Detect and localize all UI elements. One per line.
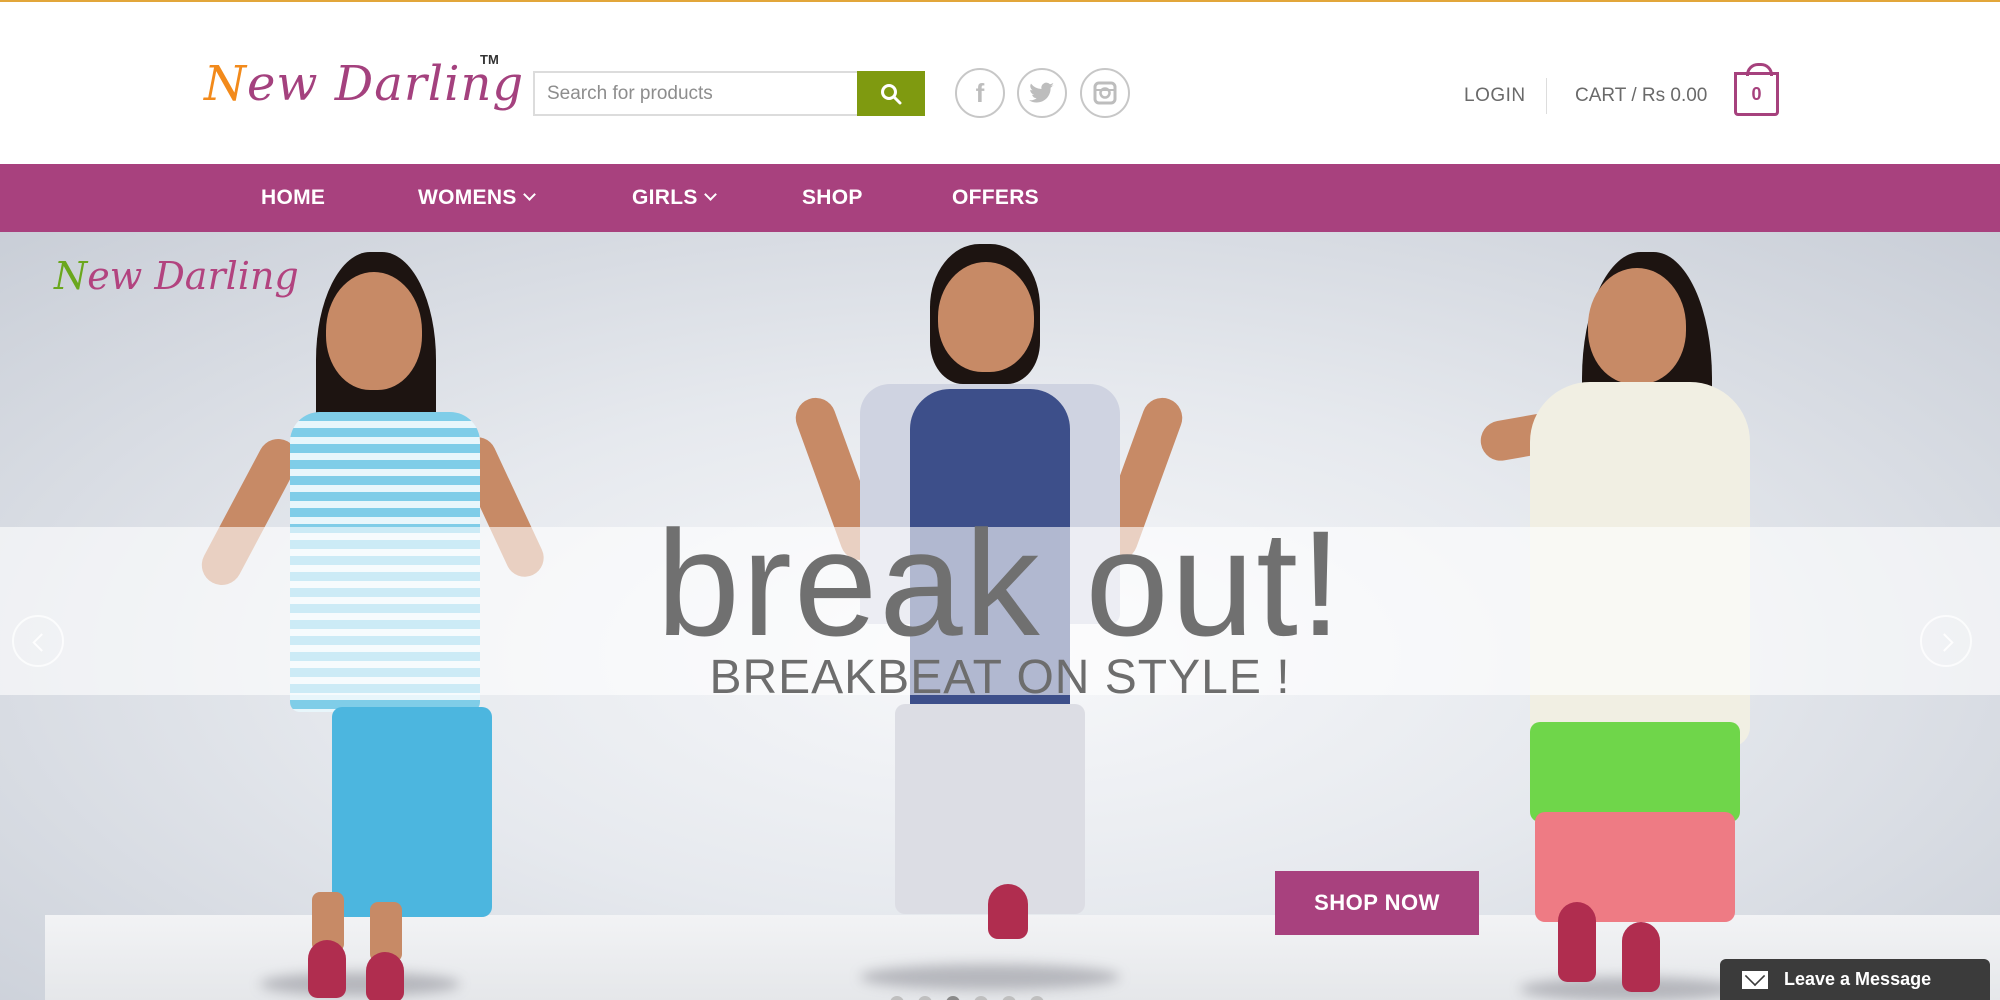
trademark-mark: TM xyxy=(480,52,499,67)
nav-womens[interactable]: WOMENS xyxy=(418,164,536,232)
facebook-link[interactable]: f xyxy=(955,68,1005,118)
slider-dot[interactable] xyxy=(974,996,988,1000)
logo-wordmark: New Darling xyxy=(204,56,525,112)
cart-link[interactable]: CART / Rs 0.00 xyxy=(1575,85,1707,107)
shop-now-button[interactable]: SHOP NOW xyxy=(1275,871,1479,935)
slider-dot[interactable] xyxy=(890,996,904,1000)
brand-logo[interactable]: New Darling TM xyxy=(204,52,523,132)
slider-dot[interactable] xyxy=(918,996,932,1000)
search-button[interactable] xyxy=(857,71,925,116)
instagram-icon xyxy=(1093,81,1117,105)
slider-prev-arrow[interactable] xyxy=(12,615,64,667)
twitter-link[interactable] xyxy=(1017,68,1067,118)
nav-offers[interactable]: OFFERS xyxy=(952,164,1039,232)
site-header: New Darling TM f LOGIN CART / Rs 0.00 0 xyxy=(0,2,2000,164)
search-input[interactable] xyxy=(533,71,857,116)
leave-message-label: Leave a Message xyxy=(1784,969,1932,989)
login-link[interactable]: LOGIN xyxy=(1464,85,1526,107)
slider-next-arrow[interactable] xyxy=(1920,615,1972,667)
envelope-icon xyxy=(1742,970,1768,989)
twitter-icon xyxy=(1029,82,1054,103)
chevron-down-icon xyxy=(703,188,717,201)
search-bar xyxy=(533,71,925,116)
cart-count-badge[interactable]: 0 xyxy=(1734,63,1779,116)
nav-girls[interactable]: GIRLS xyxy=(632,164,717,232)
instagram-link[interactable] xyxy=(1080,68,1130,118)
leave-message-widget[interactable]: Leave a Message xyxy=(1720,959,1990,1000)
nav-girls-label: GIRLS xyxy=(632,186,698,209)
hero-slider: New Darling break out! BREAKBEAT ON STYL… xyxy=(0,232,2000,1000)
search-icon xyxy=(881,83,902,104)
slider-dot[interactable] xyxy=(1002,996,1016,1000)
main-navigation: HOME WOMENS GIRLS SHOP OFFERS xyxy=(0,164,2000,232)
slider-dot-active[interactable] xyxy=(946,996,960,1000)
cart-count-value: 0 xyxy=(1751,83,1762,104)
chevron-down-icon xyxy=(522,188,536,201)
slider-dot[interactable] xyxy=(1030,996,1044,1000)
header-divider xyxy=(1546,78,1547,114)
hero-subheadline: BREAKBEAT ON STYLE ! xyxy=(709,651,1291,704)
nav-womens-label: WOMENS xyxy=(418,186,517,209)
slider-pagination xyxy=(890,996,1044,1000)
facebook-icon: f xyxy=(975,77,985,108)
nav-home[interactable]: HOME xyxy=(261,164,325,232)
nav-shop[interactable]: SHOP xyxy=(802,164,863,232)
hero-headline: break out! xyxy=(656,499,1344,667)
